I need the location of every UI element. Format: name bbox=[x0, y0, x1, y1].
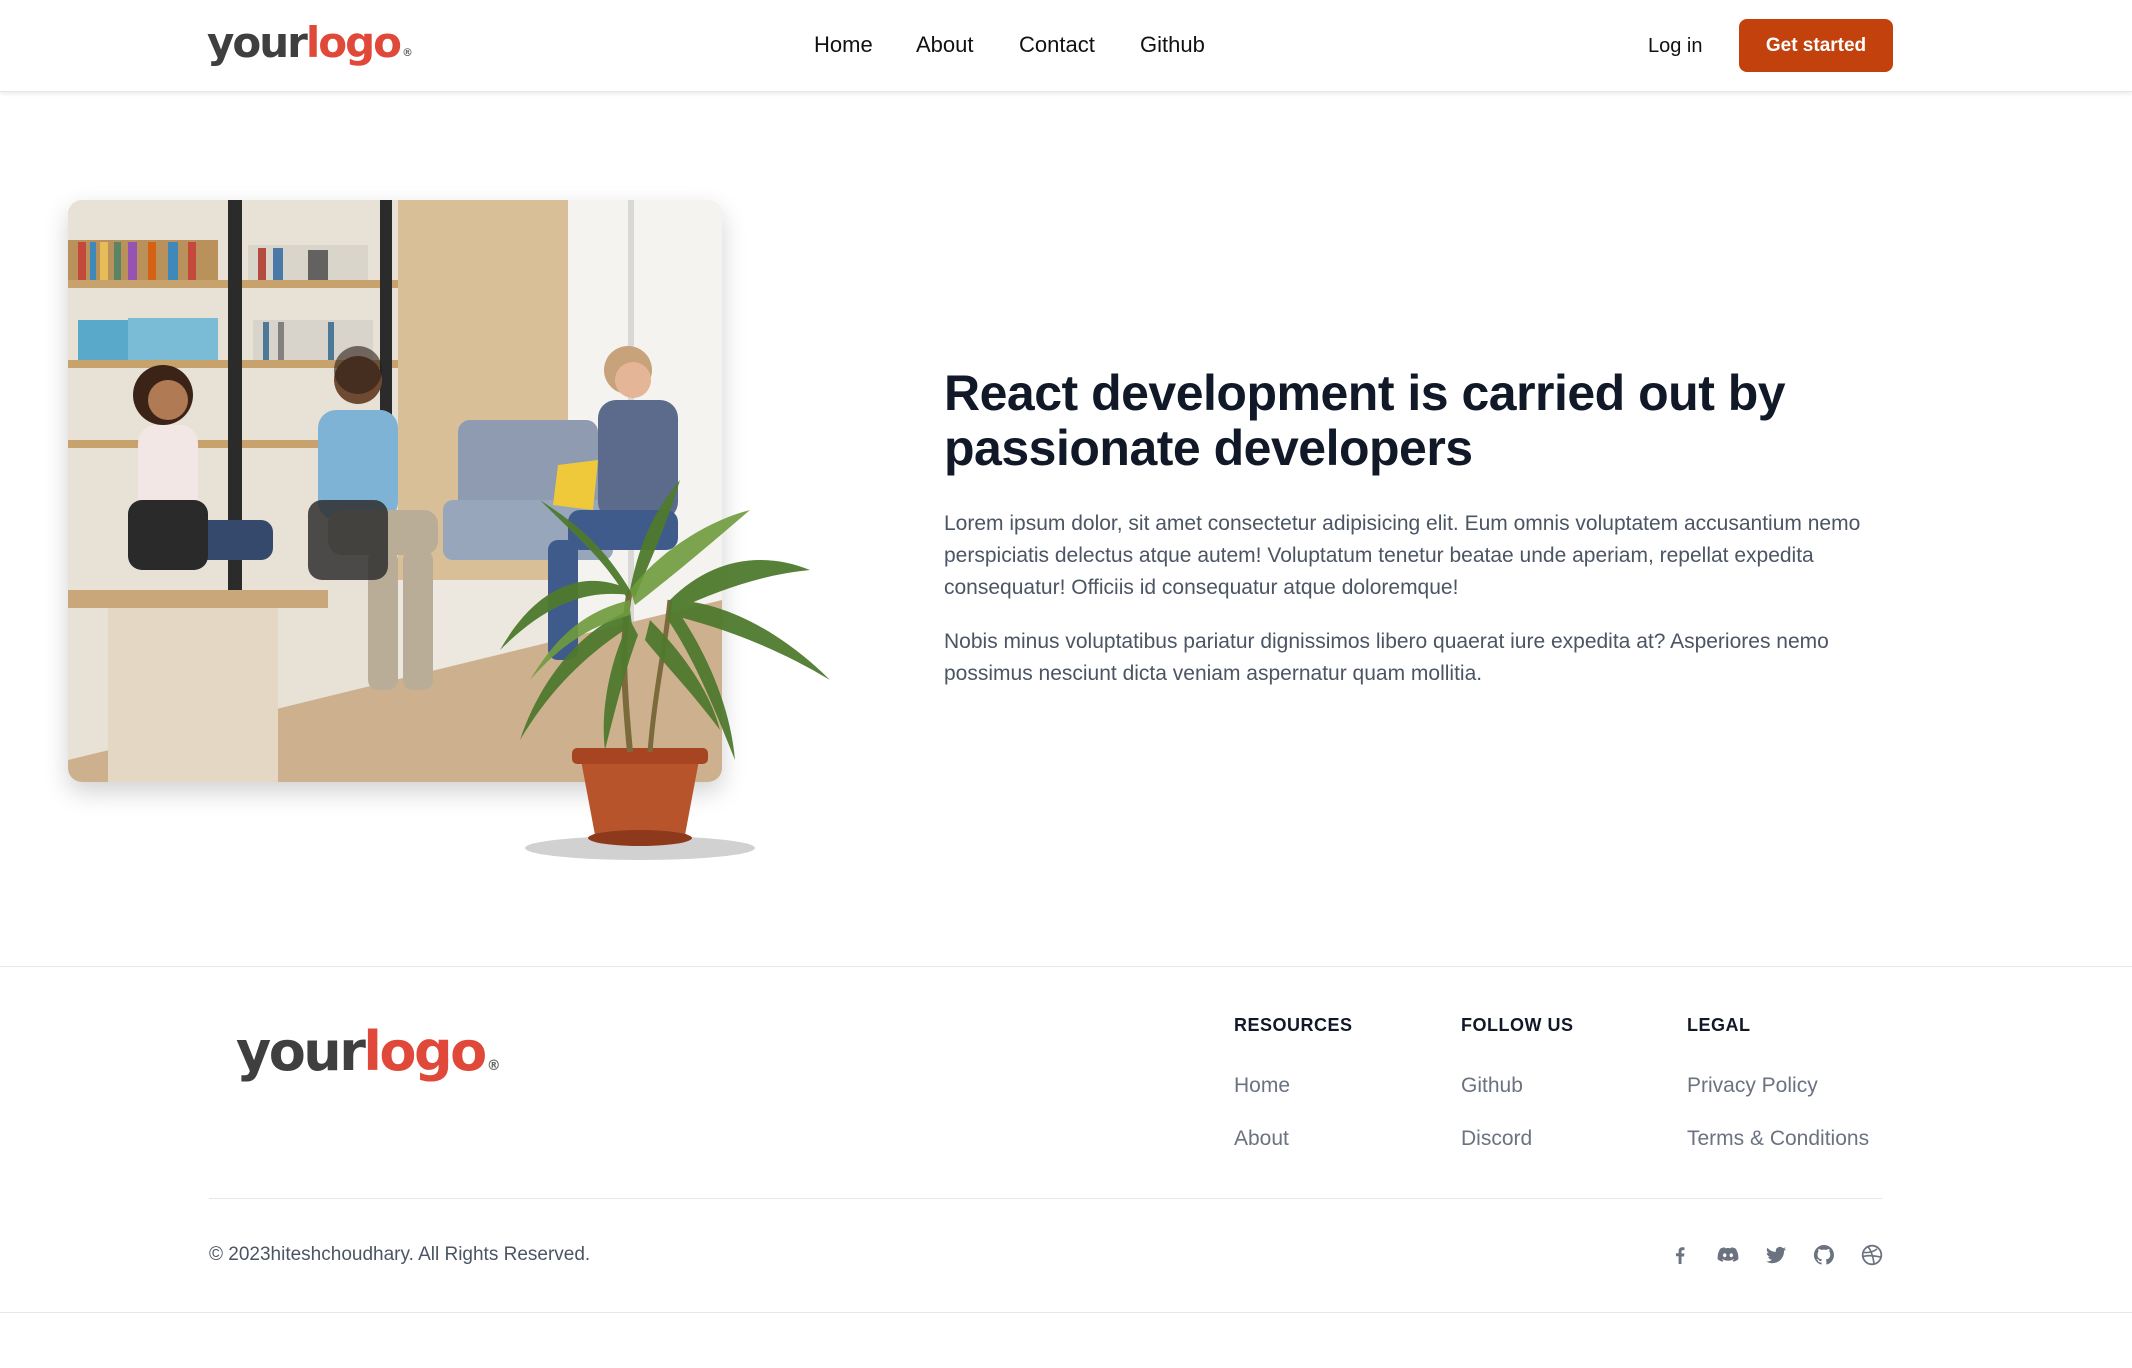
hero-paragraph-2: Nobis minus voluptatibus pariatur dignis… bbox=[944, 630, 1829, 685]
footer-heading-legal: LEGAL bbox=[1687, 1015, 1751, 1035]
header-logo[interactable]: your logo ® bbox=[207, 18, 413, 78]
footer-link-terms-conditions[interactable]: Terms & Conditions bbox=[1687, 1125, 1869, 1153]
login-link[interactable]: Log in bbox=[1648, 32, 1703, 60]
footer-heading-resources: RESOURCES bbox=[1234, 1015, 1353, 1035]
hero-title: React development is carried out by pass… bbox=[944, 365, 1786, 476]
footer-heading-follow-us: FOLLOW US bbox=[1461, 1015, 1574, 1035]
footer-logo[interactable]: your logo ® bbox=[236, 1020, 501, 1098]
footer-column-legal: LEGAL Privacy Policy Terms & Conditions bbox=[1687, 1013, 1869, 1150]
footer-link-discord[interactable]: Discord bbox=[1461, 1125, 1532, 1153]
discord-icon[interactable] bbox=[1716, 1243, 1740, 1267]
github-icon[interactable] bbox=[1812, 1243, 1836, 1267]
get-started-button[interactable]: Get started bbox=[1739, 19, 1893, 72]
twitter-icon[interactable] bbox=[1764, 1243, 1788, 1267]
footer-link-privacy-policy[interactable]: Privacy Policy bbox=[1687, 1072, 1818, 1100]
hero-paragraph-1: Lorem ipsum dolor, sit amet consectetur … bbox=[944, 512, 1861, 599]
copyright-text: © 2023hiteshchoudhary. All Rights Reserv… bbox=[209, 1244, 591, 1265]
dribbble-icon[interactable] bbox=[1860, 1243, 1884, 1267]
footer-link-github[interactable]: Github bbox=[1461, 1072, 1523, 1100]
footer-link-home[interactable]: Home bbox=[1234, 1072, 1290, 1100]
page-bottom-border bbox=[0, 1312, 2132, 1313]
nav-contact[interactable]: Contact bbox=[1019, 30, 1095, 60]
plant-illustration bbox=[500, 480, 830, 860]
site-header: your logo ® Home About Contact Github Lo… bbox=[0, 0, 2132, 92]
footer-divider bbox=[209, 1198, 1882, 1199]
footer-link-about[interactable]: About bbox=[1234, 1125, 1289, 1153]
footer-column-follow-us: FOLLOW US Github Discord bbox=[1461, 1013, 1574, 1150]
nav-github[interactable]: Github bbox=[1140, 30, 1205, 60]
nav-home[interactable]: Home bbox=[814, 30, 873, 60]
footer-column-resources: RESOURCES Home About bbox=[1234, 1013, 1353, 1150]
nav-about[interactable]: About bbox=[916, 30, 974, 60]
footer-border bbox=[0, 966, 2132, 967]
facebook-icon[interactable] bbox=[1668, 1243, 1692, 1267]
